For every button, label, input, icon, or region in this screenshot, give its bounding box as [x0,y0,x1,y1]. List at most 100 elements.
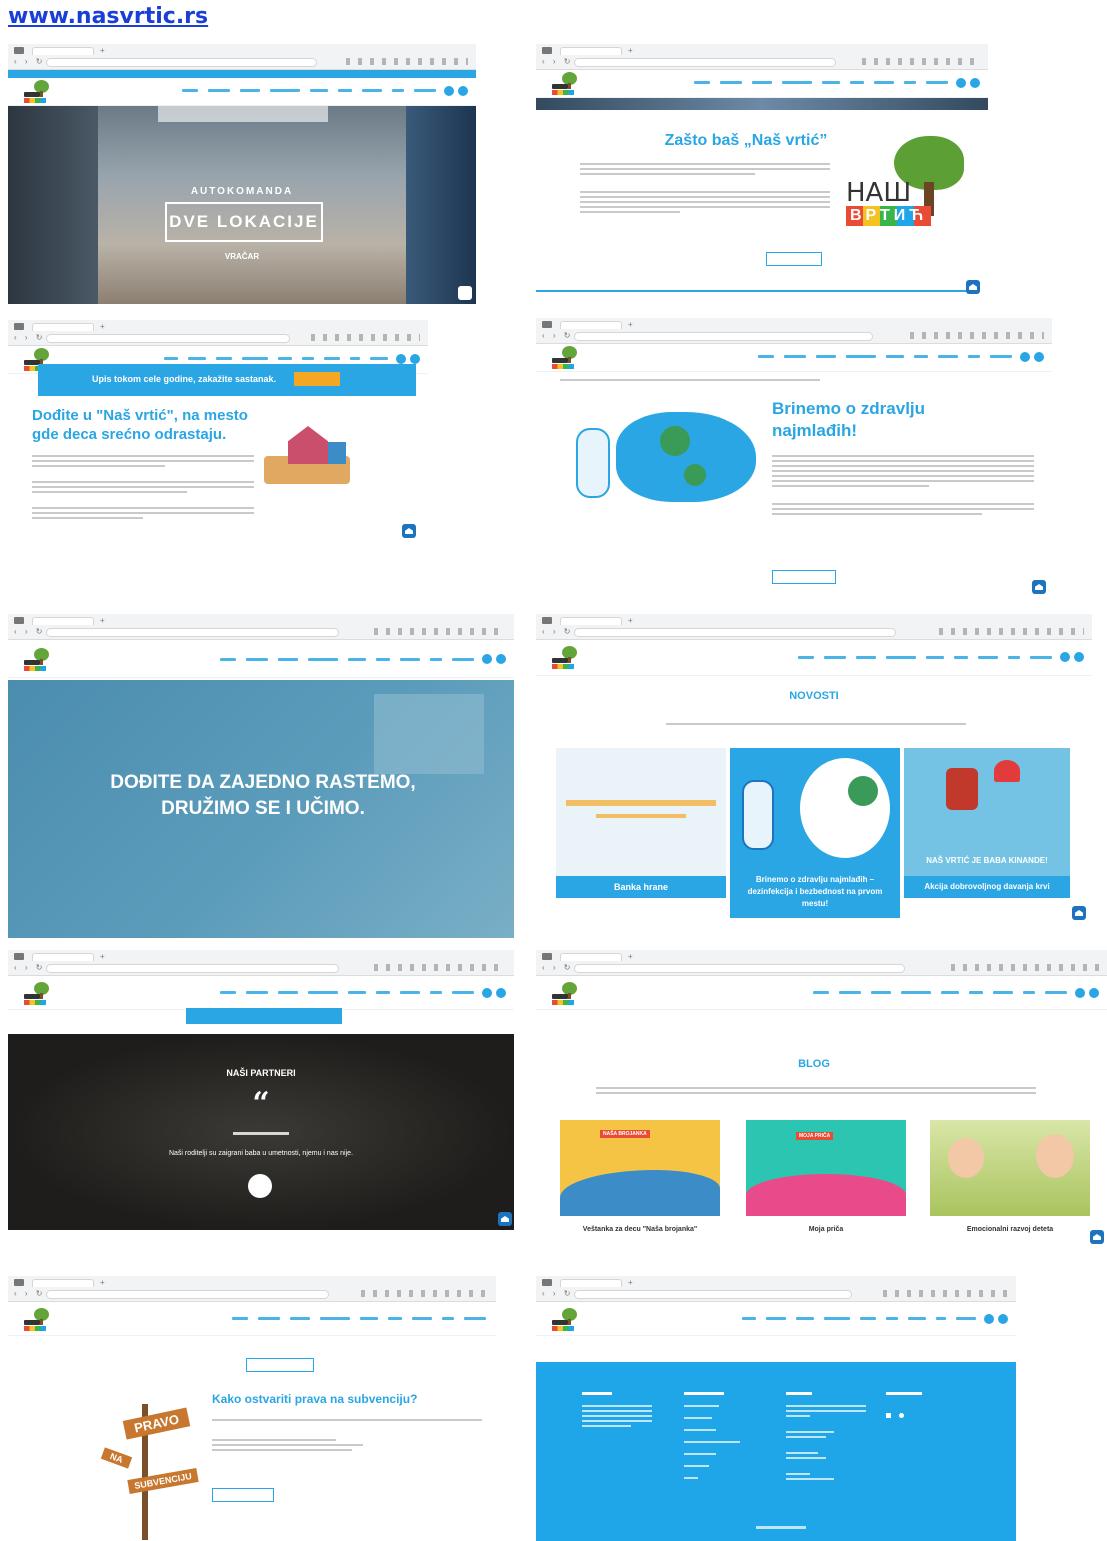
disinfection-illustration [556,408,766,518]
footer-column [786,1392,866,1483]
site-header [536,344,1052,372]
blog-card[interactable]: Emocionalni razvoj deteta [930,1120,1090,1242]
sign-na: NA [100,1447,133,1469]
main-menu[interactable] [813,991,1067,994]
browser-chrome: + ‹ › ↻ [8,44,476,70]
chat-icon[interactable] [498,1212,512,1226]
browser-chrome: + ‹ › ↻ [8,950,514,976]
divider [536,290,966,292]
read-all-button[interactable] [246,1358,314,1372]
partner-logo[interactable] [248,1174,272,1198]
quote-text: Naši roditelji su zaigrani baba u umetno… [168,1150,354,1157]
read-more-button[interactable] [772,570,836,584]
chat-icon[interactable] [1090,1230,1104,1244]
logo-icon[interactable] [552,1308,578,1332]
section-heading: BLOG [798,1058,830,1070]
section-heading: Kako ostvariti prava na subvenciju? [212,1392,418,1406]
site-footer [536,1362,1016,1541]
phone-icon[interactable] [482,654,492,664]
main-menu[interactable] [164,357,388,360]
browser-chrome: + ‹ › ↻ [536,614,1092,640]
logo-icon[interactable] [24,1308,50,1332]
hero-location-box[interactable]: DVE LOKACIJE [165,202,323,242]
schedule-button[interactable] [294,372,340,386]
blog-title: Veštanka za decu "Naša brojanka" [582,1226,698,1233]
news-card-title: Brinemo o zdravlju najmlađih – dezinfekc… [747,875,883,908]
logo-icon[interactable] [552,646,578,670]
read-more-button[interactable] [766,252,822,266]
site-header [8,640,514,678]
mail-icon[interactable] [970,78,980,88]
site-header [8,78,476,106]
instagram-icon[interactable] [899,1413,904,1418]
logo-icon[interactable] [24,982,50,1006]
phone-icon[interactable] [1060,652,1070,662]
page-title[interactable]: www.nasvrtic.rs [8,4,208,29]
quote-icon: “ [252,1086,270,1121]
logo-flags: ВРТИЋ [846,206,932,226]
site-header [8,976,514,1010]
blog-title: Emocionalni razvoj deteta [966,1226,1054,1233]
blog-title: Moja priča [808,1226,844,1233]
logo-icon[interactable] [24,80,50,104]
phone-icon[interactable] [956,78,966,88]
facebook-icon[interactable] [886,1413,891,1418]
phone-icon[interactable] [396,354,406,364]
chat-icon[interactable] [402,524,416,538]
mail-icon[interactable] [496,654,506,664]
site-header [536,1302,1016,1336]
mail-icon[interactable] [1034,352,1044,362]
logo-icon[interactable] [552,346,578,370]
blue-button-strip[interactable] [186,1008,342,1024]
main-menu[interactable] [182,89,436,92]
blog-card[interactable]: NAŠA BROJANKA Veštanka za decu "Naša bro… [560,1120,720,1242]
logo-icon[interactable] [24,648,50,672]
paragraph-text [32,452,254,522]
blog-card[interactable]: MOJA PRIČA Moja priča [746,1120,906,1242]
toys-image [258,420,354,490]
main-menu[interactable] [232,1317,486,1320]
section-heading: NAŠI PARTNERI [226,1068,296,1078]
main-menu[interactable] [220,991,474,994]
main-menu[interactable] [758,355,1012,358]
phone-icon[interactable] [1020,352,1030,362]
mail-icon[interactable] [410,354,420,364]
chat-icon[interactable] [1032,580,1046,594]
hero-link[interactable]: VRAČAR [8,252,476,261]
section-heading: Dođite u "Naš vrtić", na mesto gde deca … [32,407,248,443]
main-menu[interactable] [220,658,474,661]
main-menu[interactable] [798,656,1052,659]
mail-icon[interactable] [496,988,506,998]
chat-icon[interactable] [966,280,980,294]
logo-icon[interactable] [552,982,578,1006]
hero-heading: DOĐITE DA ZAJEDNO RASTEMO, DRUŽIMO SE I … [110,772,416,819]
sign-subvenciju: SUBVENCIJU [127,1468,199,1494]
phone-icon[interactable] [1075,988,1085,998]
news-card[interactable]: NAŠ VRTIĆ JE BABA KINANDE! Akcija dobrov… [904,748,1070,898]
phone-icon[interactable] [984,1314,994,1324]
screenshot-partners: + ‹ › ↻ NAŠI PARTNERI “ Naši roditelji su… [8,950,514,1230]
top-strip [8,70,476,78]
news-card[interactable]: Brinemo o zdravlju najmlađih – dezinfekc… [730,748,900,918]
mail-icon[interactable] [1074,652,1084,662]
footer-column [582,1392,652,1430]
partners-section: NAŠI PARTNERI “ Naši roditelji su zaigra… [8,1034,514,1230]
intro-line [560,379,820,381]
chat-icon[interactable] [1072,906,1086,920]
screenshot-blog: + ‹ › ↻ BLOG NAŠA BROJANKA Veštanka za de… [536,950,1107,1246]
browser-chrome: + ‹ › ↻ [536,1276,1016,1302]
phone-icon[interactable] [482,988,492,998]
site-header [536,70,988,98]
news-card[interactable]: Banka hrane [556,748,726,898]
main-menu[interactable] [742,1317,976,1320]
phone-icon[interactable] [444,86,454,96]
read-more-button[interactable] [212,1488,274,1502]
main-menu[interactable] [694,81,948,84]
mail-icon[interactable] [1089,988,1099,998]
mail-icon[interactable] [998,1314,1008,1324]
hero-image: AUTOKOMANDA DVE LOKACIJE VRAČAR [8,106,476,304]
mail-icon[interactable] [458,86,468,96]
logo-icon[interactable] [552,72,578,96]
section-heading: NOVOSTI [789,690,839,702]
chat-icon[interactable] [458,286,472,300]
